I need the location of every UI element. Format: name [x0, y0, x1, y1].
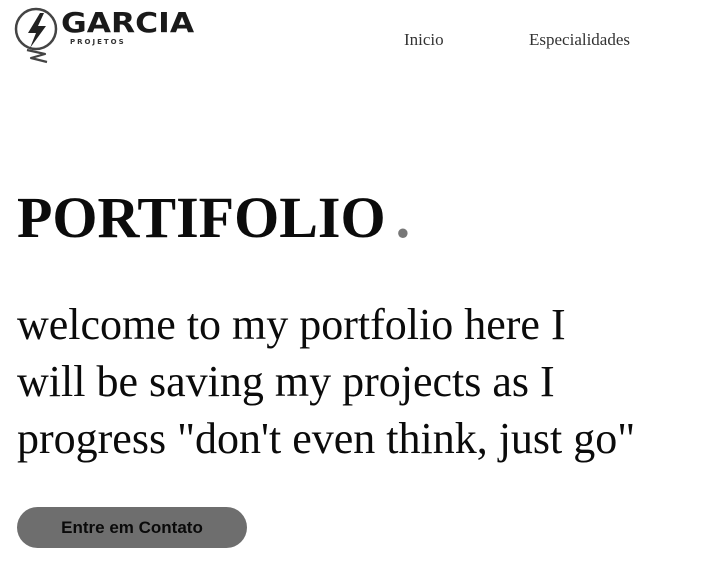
page: GARCIA PROJETOS Inicio Especialidades PO…: [0, 0, 703, 571]
hero-intro-text: welcome to my portfolio here I will be s…: [17, 296, 703, 467]
main-nav: Inicio Especialidades: [0, 30, 703, 52]
hero-intro-line: progress "don't even think, just go": [17, 414, 636, 463]
site-header: GARCIA PROJETOS Inicio Especialidades: [0, 0, 703, 80]
hero-intro-line: welcome to my portfolio here I: [17, 300, 566, 349]
hero-intro-line: will be saving my projects as I: [17, 357, 555, 406]
nav-link-inicio[interactable]: Inicio: [404, 30, 444, 50]
hero-title-text: PORTIFOLIO: [17, 185, 386, 250]
hero-title-dot: .: [395, 185, 411, 250]
contact-button[interactable]: Entre em Contato: [17, 507, 247, 548]
nav-link-especialidades[interactable]: Especialidades: [529, 30, 630, 50]
hero-title: PORTIFOLIO.: [17, 185, 410, 251]
